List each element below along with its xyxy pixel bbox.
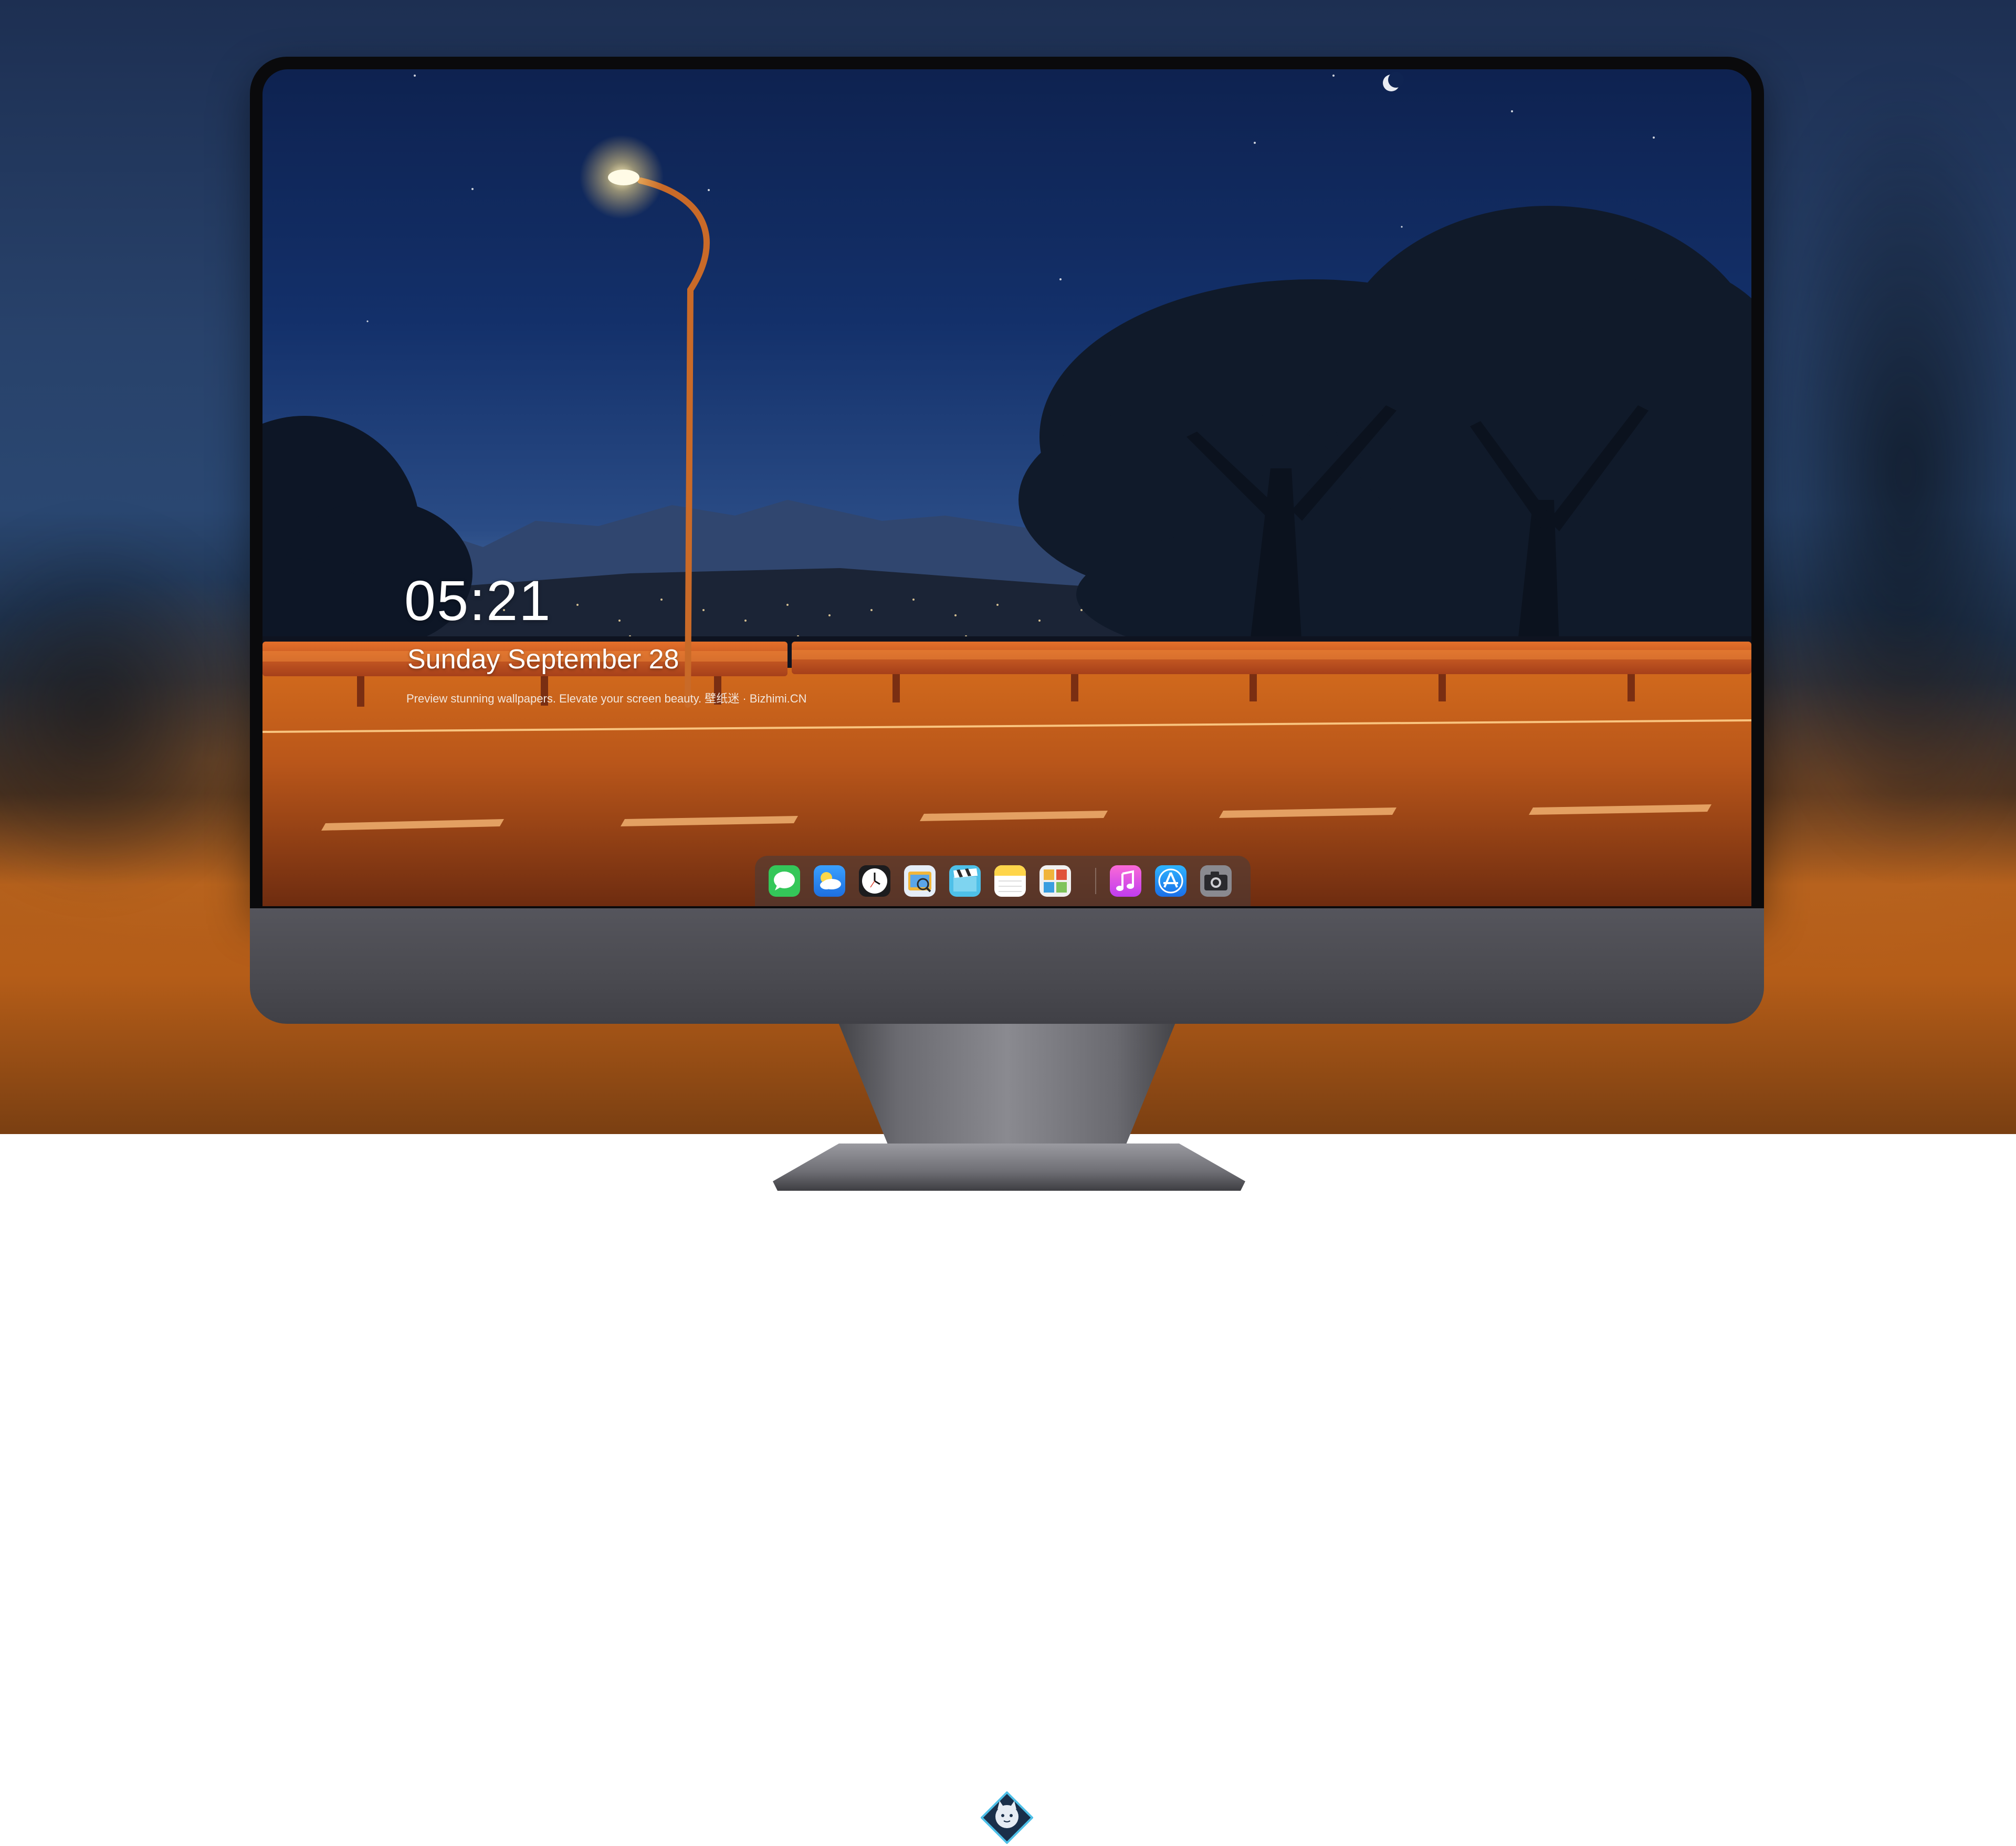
app-store-icon[interactable] xyxy=(1155,865,1186,897)
clips-icon[interactable] xyxy=(949,865,981,897)
screen: 05:21 Sunday September 28 Preview stunni… xyxy=(262,69,1751,906)
lockscreen-time: 05:21 xyxy=(404,569,552,632)
monitor: 05:21 Sunday September 28 Preview stunni… xyxy=(250,57,1764,1844)
wallpaper-scene xyxy=(262,72,1751,906)
wallpaper-caption: Preview stunning wallpapers. Elevate you… xyxy=(406,692,807,705)
blurred-background-tree xyxy=(1759,79,2016,866)
blurred-background-foliage xyxy=(0,525,252,893)
trees xyxy=(1018,206,1751,678)
monitor-chin xyxy=(250,908,1764,1844)
monitor-stand-base xyxy=(773,1144,1245,1191)
preview-icon[interactable] xyxy=(904,865,936,897)
brand-logo-icon xyxy=(980,1791,1034,1844)
dock xyxy=(755,856,1251,906)
monitor-bezel: 05:21 Sunday September 28 Preview stunni… xyxy=(250,57,1764,908)
clock-icon[interactable] xyxy=(859,865,890,897)
photos-icon[interactable] xyxy=(1040,865,1071,897)
moon xyxy=(1383,72,1404,91)
lockscreen-date: Sunday September 28 xyxy=(407,644,679,675)
weather-icon[interactable] xyxy=(814,865,845,897)
notes-icon[interactable] xyxy=(994,865,1026,897)
dock-separator xyxy=(1095,868,1096,894)
camera-icon[interactable] xyxy=(1200,865,1232,897)
music-icon[interactable] xyxy=(1110,865,1141,897)
messages-icon[interactable] xyxy=(769,865,800,897)
